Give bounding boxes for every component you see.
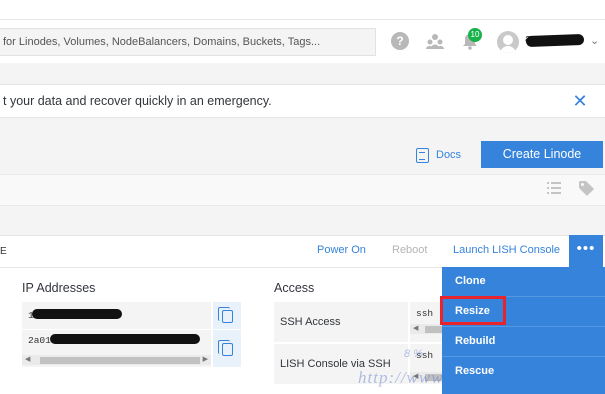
power-on-button[interactable]: Power On bbox=[317, 244, 366, 256]
community-icon[interactable] bbox=[426, 32, 444, 50]
ssh-access-label: SSH Access bbox=[274, 302, 408, 342]
top-bar: for Linodes, Volumes, NodeBalancers, Dom… bbox=[0, 0, 605, 63]
chevron-down-icon[interactable]: ⌄ bbox=[590, 34, 599, 47]
search-input[interactable]: for Linodes, Volumes, NodeBalancers, Dom… bbox=[0, 28, 376, 56]
top-divider bbox=[0, 19, 605, 20]
ip-addresses-title: IP Addresses bbox=[22, 281, 96, 295]
docs-label: Docs bbox=[436, 149, 462, 161]
copy-icon bbox=[218, 340, 233, 356]
watermark-small: 8 % bbox=[404, 348, 423, 360]
docs-link[interactable]: Docs bbox=[416, 146, 461, 164]
list-view-icon[interactable] bbox=[547, 181, 561, 195]
ipv6-row: 2a01 ◀ ▶ bbox=[22, 330, 211, 367]
ipv4-redaction bbox=[32, 309, 122, 319]
reboot-button[interactable]: Reboot bbox=[392, 244, 427, 256]
backup-banner: t your data and recover quickly in an em… bbox=[0, 84, 605, 118]
menu-item-rescue[interactable]: Rescue bbox=[442, 357, 605, 386]
watermark-url: http://www. bbox=[358, 368, 448, 387]
close-icon[interactable]: ✕ bbox=[571, 91, 589, 111]
more-actions-button[interactable]: ••• bbox=[569, 235, 603, 267]
access-title: Access bbox=[274, 281, 315, 295]
ipv4-row: 1 bbox=[22, 302, 211, 329]
menu-item-clone[interactable]: Clone bbox=[442, 267, 605, 296]
avatar[interactable] bbox=[497, 31, 519, 53]
ipv6-scrollbar[interactable]: ◀ ▶ bbox=[22, 355, 211, 365]
ipv6-redaction bbox=[50, 334, 200, 344]
actions-menu: Clone Resize Rebuild Rescue bbox=[442, 267, 605, 394]
banner-text: t your data and recover quickly in an em… bbox=[3, 94, 272, 108]
copy-ipv6-button[interactable] bbox=[213, 330, 241, 367]
tag-icon[interactable] bbox=[578, 180, 594, 196]
resize-highlight-box bbox=[440, 296, 506, 325]
create-linode-button[interactable]: Create Linode bbox=[481, 141, 603, 168]
copy-icon bbox=[218, 307, 233, 323]
launch-lish-console-button[interactable]: Launch LISH Console bbox=[453, 244, 560, 256]
help-icon[interactable]: ? bbox=[391, 32, 409, 50]
ssh-scrollbar[interactable]: ◀ bbox=[410, 324, 442, 334]
filter-bar bbox=[0, 174, 605, 206]
document-icon bbox=[416, 147, 429, 163]
notification-badge: 10 bbox=[468, 28, 482, 42]
menu-item-rebuild[interactable]: Rebuild bbox=[442, 327, 605, 356]
username-redaction bbox=[525, 33, 585, 48]
linode-status-edge: E bbox=[0, 246, 7, 257]
copy-ipv4-button[interactable] bbox=[213, 302, 241, 329]
